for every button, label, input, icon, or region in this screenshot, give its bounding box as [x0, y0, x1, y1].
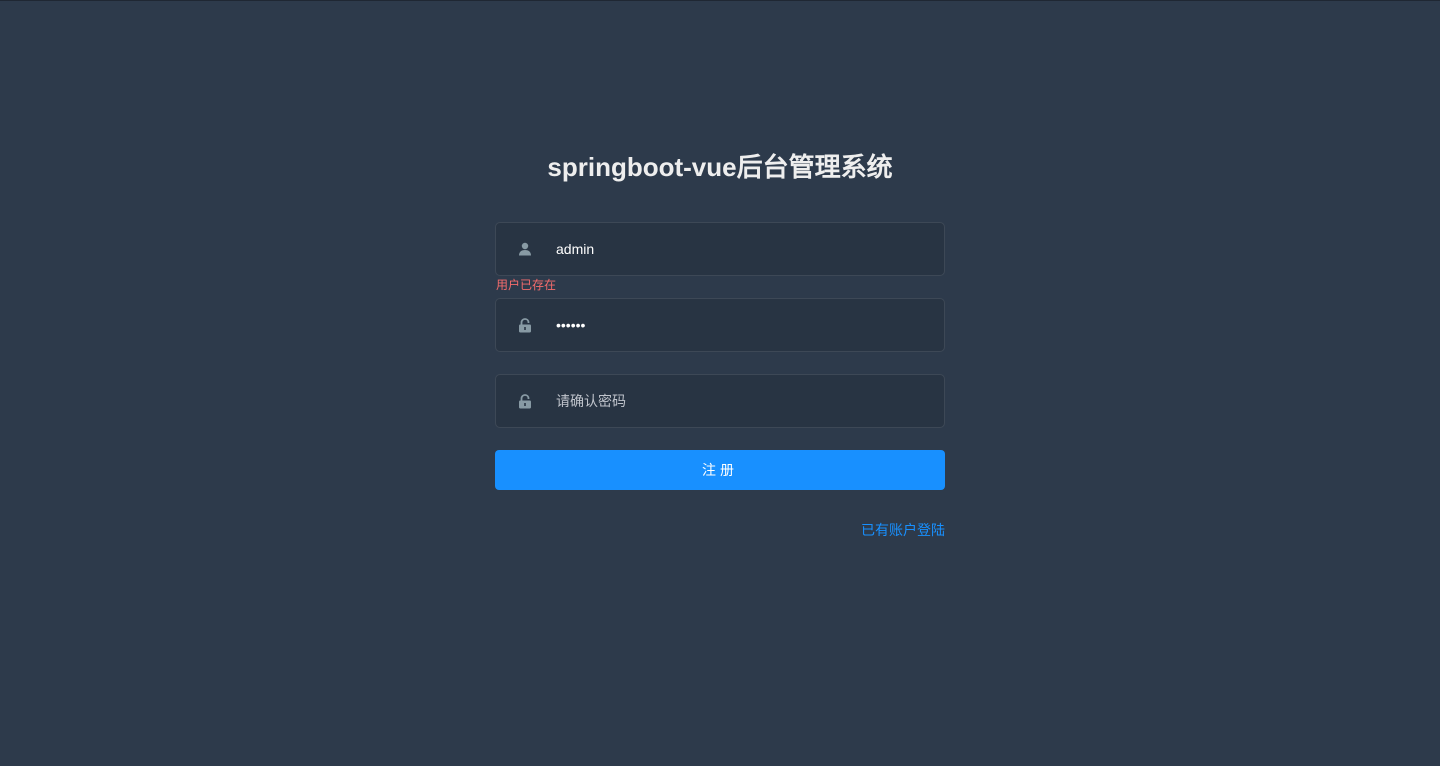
page-title: springboot-vue后台管理系统 [547, 152, 893, 182]
user-icon [516, 240, 534, 258]
top-border [0, 0, 1440, 1]
password-input[interactable] [556, 299, 926, 351]
lock-icon [516, 392, 534, 410]
confirm-password-input[interactable] [556, 375, 926, 427]
confirm-password-field[interactable] [495, 374, 945, 428]
lock-icon [516, 316, 534, 334]
username-error: 用户已存在 [496, 278, 557, 292]
username-field[interactable] [495, 222, 945, 276]
password-field[interactable] [495, 298, 945, 352]
register-button[interactable]: 注册 [495, 450, 945, 490]
username-input[interactable] [556, 223, 926, 275]
login-link[interactable]: 已有账户登陆 [861, 521, 945, 539]
